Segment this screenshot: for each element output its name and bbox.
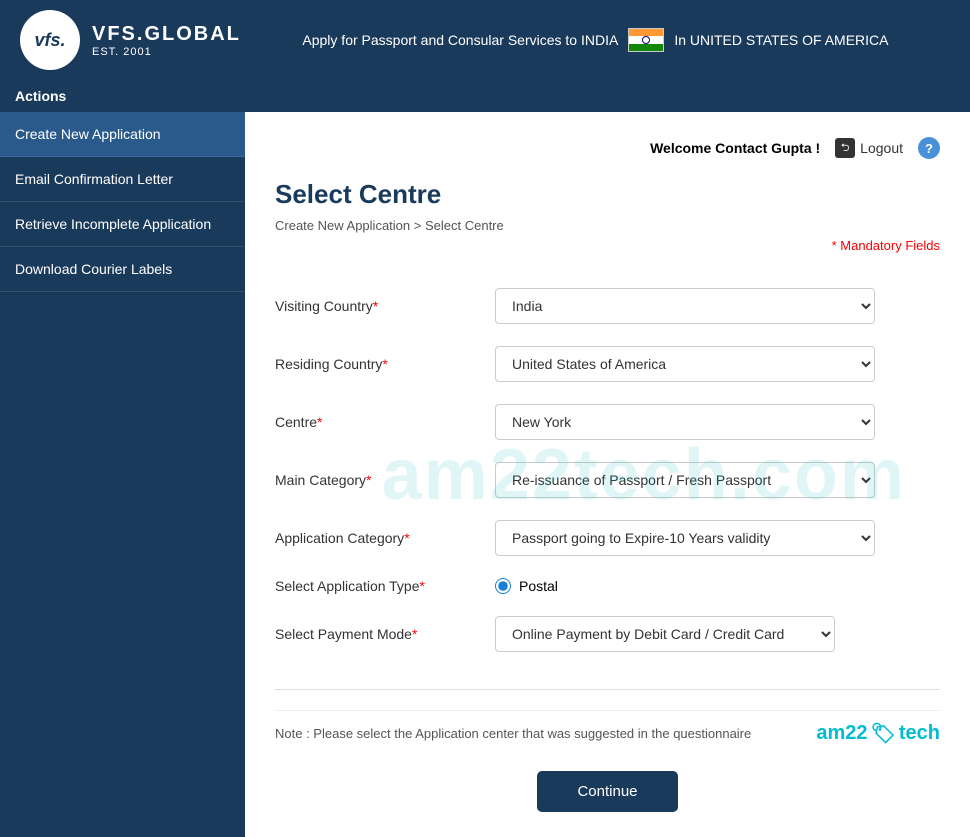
india-flag xyxy=(628,28,664,52)
page-title: Select Centre xyxy=(275,179,940,210)
sidebar-item-download[interactable]: Download Courier Labels xyxy=(0,247,245,292)
visiting-country-row: Visiting Country* India xyxy=(275,288,940,324)
centre-control: New York xyxy=(495,404,875,440)
sidebar-item-label: Email Confirmation Letter xyxy=(15,171,173,187)
note-area: Note : Please select the Application cen… xyxy=(275,710,940,746)
centre-row: Centre* New York xyxy=(275,404,940,440)
app-type-label: Select Application Type* xyxy=(275,578,495,594)
welcome-text: Welcome Contact Gupta ! xyxy=(650,140,820,156)
note-text: Note : Please select the Application cen… xyxy=(275,726,751,741)
breadcrumb-part2: Select Centre xyxy=(425,218,504,233)
breadcrumb: Create New Application > Select Centre xyxy=(275,218,940,233)
sidebar: Create New Application Email Confirmatio… xyxy=(0,112,245,837)
main-category-row: Main Category* Re-issuance of Passport /… xyxy=(275,462,940,498)
main-category-label: Main Category* xyxy=(275,472,495,488)
residing-country-control: United States of America xyxy=(495,346,875,382)
residing-country-select[interactable]: United States of America xyxy=(495,346,875,382)
centre-select[interactable]: New York xyxy=(495,404,875,440)
form-section: Visiting Country* India Residing Country… xyxy=(275,278,940,684)
app-type-postal-radio[interactable] xyxy=(495,578,511,594)
am22-label: am22 xyxy=(816,722,867,745)
am22tech-tag-icon: 🏷 xyxy=(870,721,895,746)
am22tech-brand: am22 🏷 tech xyxy=(816,721,940,746)
sidebar-item-retrieve[interactable]: Retrieve Incomplete Application xyxy=(0,202,245,247)
mandatory-text: Mandatory Fields xyxy=(840,238,940,253)
continue-button[interactable]: Continue xyxy=(537,771,677,812)
actions-bar: Actions xyxy=(0,80,970,112)
brand-main: VFS.GLOBAL xyxy=(92,23,241,46)
continue-row: Continue xyxy=(275,771,940,812)
breadcrumb-sep: > xyxy=(414,218,425,233)
sidebar-item-label: Create New Application xyxy=(15,126,161,142)
tagline-text: Apply for Passport and Consular Services… xyxy=(302,32,618,48)
sidebar-item-email-confirm[interactable]: Email Confirmation Letter xyxy=(0,157,245,202)
mandatory-note: * Mandatory Fields xyxy=(275,238,940,253)
main-layout: Create New Application Email Confirmatio… xyxy=(0,112,970,837)
app-header: vfs. VFS.GLOBAL EST. 2001 Apply for Pass… xyxy=(0,0,970,80)
brand-sub: EST. 2001 xyxy=(92,46,241,58)
logout-label: Logout xyxy=(860,140,903,156)
visiting-country-select[interactable]: India xyxy=(495,288,875,324)
logo-area: vfs. VFS.GLOBAL EST. 2001 xyxy=(20,10,241,70)
app-category-row: Application Category* Passport going to … xyxy=(275,520,940,556)
help-icon[interactable]: ? xyxy=(918,137,940,159)
divider xyxy=(275,689,940,690)
flag-green xyxy=(629,44,663,51)
content-area: am22tech.com Welcome Contact Gupta ! ⮌ L… xyxy=(245,112,970,837)
app-category-label: Application Category* xyxy=(275,530,495,546)
payment-mode-select[interactable]: Online Payment by Debit Card / Credit Ca… xyxy=(495,616,835,652)
user-bar: Welcome Contact Gupta ! ⮌ Logout ? xyxy=(275,137,940,159)
logout-icon: ⮌ xyxy=(835,138,855,158)
logo-vfs-text: vfs. xyxy=(34,30,65,51)
visiting-country-control: India xyxy=(495,288,875,324)
country-text: In UNITED STATES OF AMERICA xyxy=(674,32,888,48)
logo-circle: vfs. xyxy=(20,10,80,70)
main-category-control: Re-issuance of Passport / Fresh Passport xyxy=(495,462,875,498)
header-tagline: Apply for Passport and Consular Services… xyxy=(241,28,950,52)
sidebar-item-create-new[interactable]: Create New Application xyxy=(0,112,245,157)
app-type-row: Select Application Type* Postal xyxy=(275,578,940,594)
payment-mode-control: Online Payment by Debit Card / Credit Ca… xyxy=(495,616,835,652)
logout-button[interactable]: ⮌ Logout xyxy=(835,138,903,158)
vfs-title: VFS.GLOBAL EST. 2001 xyxy=(92,23,241,58)
sidebar-item-label: Download Courier Labels xyxy=(15,261,172,277)
actions-title: Actions xyxy=(15,88,66,104)
flag-white xyxy=(629,36,663,44)
mandatory-star: * xyxy=(832,238,837,253)
app-category-select[interactable]: Passport going to Expire-10 Years validi… xyxy=(495,520,875,556)
app-type-postal-label: Postal xyxy=(519,578,558,594)
payment-mode-label: Select Payment Mode* xyxy=(275,626,495,642)
app-type-control: Postal xyxy=(495,578,875,594)
am22-tech-label: tech xyxy=(899,722,940,745)
centre-label: Centre* xyxy=(275,414,495,430)
flag-orange xyxy=(629,29,663,36)
main-category-select[interactable]: Re-issuance of Passport / Fresh Passport xyxy=(495,462,875,498)
app-category-control: Passport going to Expire-10 Years validi… xyxy=(495,520,875,556)
residing-country-row: Residing Country* United States of Ameri… xyxy=(275,346,940,382)
breadcrumb-part1: Create New Application xyxy=(275,218,410,233)
sidebar-item-label: Retrieve Incomplete Application xyxy=(15,216,211,232)
residing-country-label: Residing Country* xyxy=(275,356,495,372)
flag-chakra xyxy=(642,36,650,44)
visiting-country-label: Visiting Country* xyxy=(275,298,495,314)
payment-mode-row: Select Payment Mode* Online Payment by D… xyxy=(275,616,940,652)
